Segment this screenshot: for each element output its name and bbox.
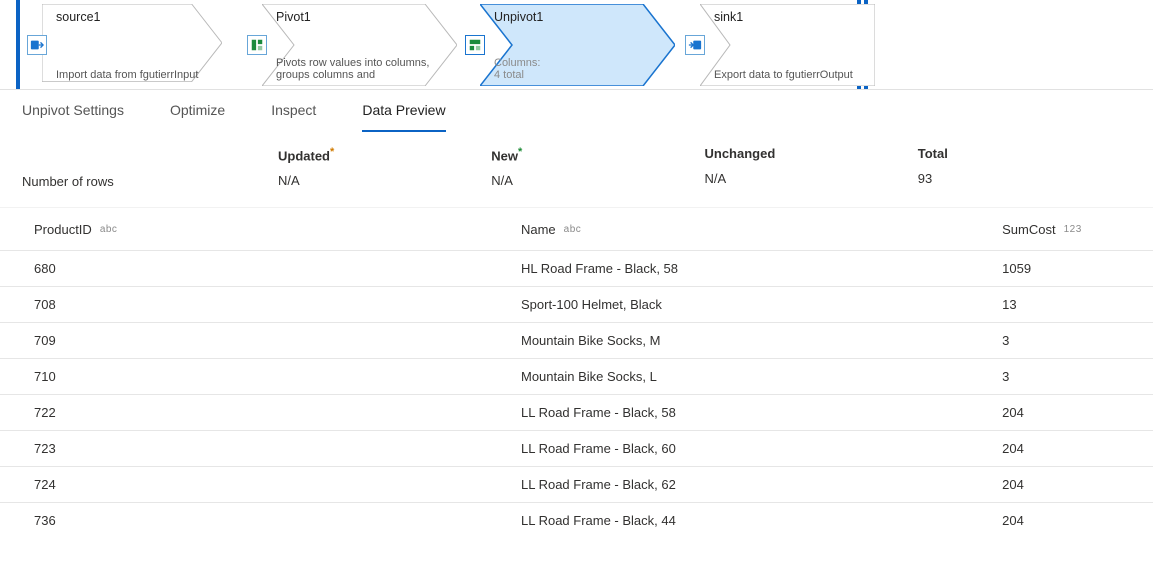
column-header-name[interactable]: Name abc: [521, 222, 1002, 237]
node-title: source1: [56, 10, 100, 24]
cell-sumcost: 204: [1002, 405, 1119, 420]
node-title: Pivot1: [276, 10, 311, 24]
stats-col-new: New* N/A: [491, 146, 704, 189]
stats-value-unchanged: N/A: [705, 171, 918, 186]
cell-name: Mountain Bike Socks, M: [521, 333, 1002, 348]
cell-productid: 710: [34, 369, 521, 384]
stats-header-total: Total: [918, 146, 1131, 161]
pivot-icon: [247, 35, 267, 55]
table-row[interactable]: 736 LL Road Frame - Black, 44 204: [0, 502, 1153, 538]
cell-productid: 723: [34, 441, 521, 456]
tab-optimize[interactable]: Optimize: [170, 102, 225, 132]
tab-inspect[interactable]: Inspect: [271, 102, 316, 132]
cell-productid: 724: [34, 477, 521, 492]
preview-table: ProductID abc Name abc SumCost 123 680 H…: [0, 208, 1153, 538]
stats-row-label: Number of rows: [22, 146, 278, 189]
asterisk-icon: *: [330, 146, 334, 158]
node-title: Unpivot1: [494, 10, 543, 24]
node-desc: Columns: 4 total: [494, 57, 665, 82]
stats-col-updated: Updated* N/A: [278, 146, 491, 189]
unpivot-icon: [465, 35, 485, 55]
cell-productid: 722: [34, 405, 521, 420]
tab-data-preview[interactable]: Data Preview: [362, 102, 445, 132]
cell-name: LL Road Frame - Black, 58: [521, 405, 1002, 420]
cell-name: Mountain Bike Socks, L: [521, 369, 1002, 384]
cell-name: LL Road Frame - Black, 44: [521, 513, 1002, 528]
stats-value-updated: N/A: [278, 173, 491, 188]
cell-productid: 709: [34, 333, 521, 348]
column-header-sumcost[interactable]: SumCost 123: [1002, 222, 1119, 237]
cell-sumcost: 204: [1002, 441, 1119, 456]
cell-sumcost: 204: [1002, 513, 1119, 528]
cell-name: LL Road Frame - Black, 60: [521, 441, 1002, 456]
tab-unpivot-settings[interactable]: Unpivot Settings: [22, 102, 124, 132]
table-row[interactable]: 709 Mountain Bike Socks, M 3: [0, 322, 1153, 358]
table-header-row: ProductID abc Name abc SumCost 123: [0, 208, 1153, 250]
type-badge: 123: [1064, 224, 1082, 235]
node-desc: Import data from fgutierrInput: [56, 69, 212, 82]
cell-productid: 736: [34, 513, 521, 528]
table-row[interactable]: 708 Sport-100 Helmet, Black 13: [0, 286, 1153, 322]
sink-icon: [685, 35, 705, 55]
cell-name: LL Road Frame - Black, 62: [521, 477, 1002, 492]
flow-node-sink1[interactable]: sink1 Export data to fgutierrOutput: [700, 4, 875, 86]
preview-stats: Number of rows Updated* N/A New* N/A Unc…: [0, 132, 1153, 208]
flow-node-pivot1[interactable]: Pivot1 Pivots row values into columns, g…: [262, 4, 457, 86]
cell-sumcost: 1059: [1002, 261, 1119, 276]
stats-value-new: N/A: [491, 173, 704, 188]
canvas-rail-left: [16, 0, 20, 90]
node-title: sink1: [714, 10, 743, 24]
asterisk-icon: *: [518, 146, 522, 158]
flow-node-source1[interactable]: source1 Import data from fgutierrInput: [42, 4, 222, 86]
table-row[interactable]: 710 Mountain Bike Socks, L 3: [0, 358, 1153, 394]
stats-header-new: New*: [491, 146, 704, 163]
cell-productid: 680: [34, 261, 521, 276]
cell-name: HL Road Frame - Black, 58: [521, 261, 1002, 276]
stats-col-unchanged: Unchanged N/A: [705, 146, 918, 189]
table-row[interactable]: 680 HL Road Frame - Black, 58 1059: [0, 250, 1153, 286]
source-icon: [27, 35, 47, 55]
stats-value-total: 93: [918, 171, 1131, 186]
node-desc: Export data to fgutierrOutput: [714, 69, 865, 82]
panel-tabs: Unpivot Settings Optimize Inspect Data P…: [0, 90, 1153, 132]
type-badge: abc: [564, 224, 582, 235]
table-row[interactable]: 724 LL Road Frame - Black, 62 204: [0, 466, 1153, 502]
cell-sumcost: 13: [1002, 297, 1119, 312]
dataflow-canvas[interactable]: source1 Import data from fgutierrInput P…: [0, 0, 1153, 90]
cell-name: Sport-100 Helmet, Black: [521, 297, 1002, 312]
column-header-productid[interactable]: ProductID abc: [34, 222, 521, 237]
node-desc: Pivots row values into columns, groups c…: [276, 57, 447, 82]
stats-header-updated: Updated*: [278, 146, 491, 163]
cell-sumcost: 3: [1002, 333, 1119, 348]
cell-productid: 708: [34, 297, 521, 312]
table-row[interactable]: 723 LL Road Frame - Black, 60 204: [0, 430, 1153, 466]
stats-header-unchanged: Unchanged: [705, 146, 918, 161]
flow-node-unpivot1[interactable]: Unpivot1 Columns: 4 total: [480, 4, 675, 86]
type-badge: abc: [100, 224, 118, 235]
cell-sumcost: 204: [1002, 477, 1119, 492]
table-row[interactable]: 722 LL Road Frame - Black, 58 204: [0, 394, 1153, 430]
cell-sumcost: 3: [1002, 369, 1119, 384]
stats-col-total: Total 93: [918, 146, 1131, 189]
